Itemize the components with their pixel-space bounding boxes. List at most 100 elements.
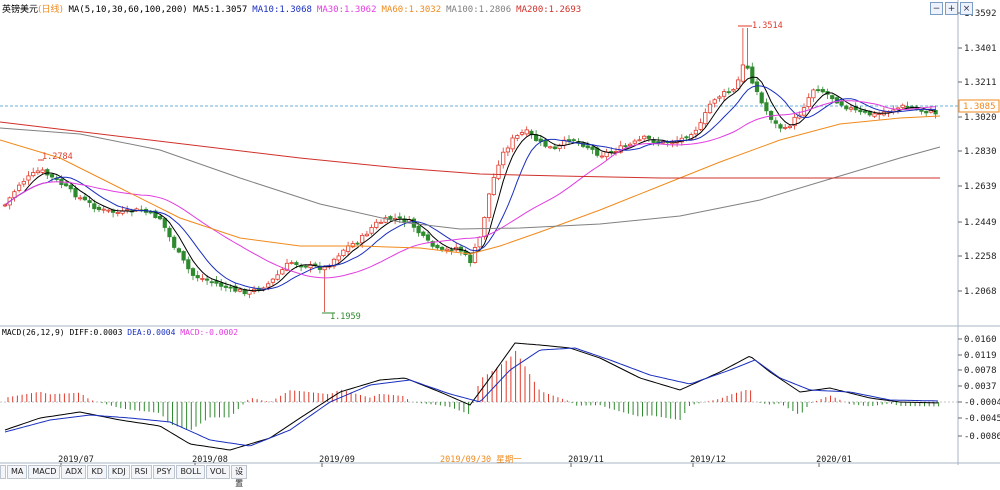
candle-body (16, 184, 22, 191)
candle-body (496, 164, 501, 179)
candle-body (31, 172, 36, 177)
candle-body (924, 110, 929, 114)
tab-4[interactable]: KDJ (107, 465, 130, 479)
candle-body (425, 234, 431, 241)
month-label-1: 2019/08 (192, 455, 228, 465)
candle-body (270, 278, 276, 283)
candle-body (82, 196, 87, 201)
ma-value-0: MA5:1.3057 (193, 5, 248, 15)
candle-body (92, 203, 97, 210)
low-annotation: 1.1959 (330, 312, 361, 322)
candle-body (524, 129, 529, 135)
candle-body (209, 281, 214, 284)
tab-3[interactable]: KD (87, 465, 107, 479)
candle-body (505, 147, 511, 153)
candle-body (26, 175, 31, 181)
candle-body (397, 216, 402, 219)
candle-body (21, 180, 26, 185)
price-tick-3: 1.3020 (964, 113, 997, 123)
chart-window: 1.3592 1.3401 1.3211 1.3020 1.2830 1.2639 1.24… (0, 0, 1000, 488)
macd-label[interactable]: MACD(26,12,9) (2, 328, 65, 337)
macd-tick-6: -0.0086 (964, 432, 1000, 442)
candle-body (811, 89, 816, 99)
tab-6[interactable]: PSY (152, 465, 176, 479)
candle-body (172, 236, 177, 248)
candle-body (289, 262, 294, 264)
candle-body (486, 193, 492, 218)
candle-body (125, 209, 130, 211)
candle-body (294, 262, 299, 265)
candle-body (280, 269, 285, 275)
kline-chart[interactable]: 1.35921.34011.32111.30201.28301.26391.24… (0, 0, 1000, 479)
tab-9[interactable]: 设置 (231, 465, 248, 488)
macd-dea: DEA:0.0004 (127, 328, 176, 337)
candle-body (491, 177, 496, 195)
candle-body (722, 91, 727, 97)
ma-value-5: MA200:1.2693 (516, 5, 582, 15)
candle-body (731, 89, 736, 92)
candle-body (740, 64, 746, 82)
candle-body (157, 215, 163, 220)
candle-body (435, 244, 440, 249)
candle-body (806, 97, 811, 108)
candle-body (341, 249, 346, 256)
current-price-label: 1.3085 (963, 102, 996, 112)
candle-body (519, 132, 525, 135)
ma60-line (0, 115, 941, 255)
zoom-in-button[interactable]: + (945, 2, 958, 15)
zoom-out-button[interactable]: − (930, 2, 943, 15)
candle-body (590, 146, 595, 150)
month-label-0: 2019/07 (58, 455, 94, 465)
local-high-annotation: 1.2784 (42, 152, 73, 162)
candle-body (858, 109, 863, 113)
tab-1[interactable]: MACD (28, 465, 61, 479)
candle-body (844, 105, 849, 110)
candle-body (444, 248, 449, 251)
candle-body (200, 278, 205, 280)
tab-2[interactable]: ADX (61, 465, 87, 479)
candle-body (355, 242, 360, 245)
candle-body (322, 266, 327, 271)
candle-body (816, 89, 821, 92)
candle-body (477, 236, 482, 248)
candle-body (510, 137, 515, 150)
candle-body (863, 110, 868, 113)
candle-body (181, 251, 186, 261)
tab-8[interactable]: VOL (206, 465, 231, 479)
tab-7[interactable]: BOLL (176, 465, 206, 479)
candle-body (745, 65, 750, 69)
candle-body (548, 146, 553, 149)
candle-body (228, 286, 233, 289)
candle-body (190, 268, 196, 276)
candle-body (482, 217, 487, 238)
candle-body (599, 155, 605, 158)
candle-body (848, 107, 854, 110)
macd-value: MACD:-0.0002 (180, 328, 239, 337)
month-label-5: 2020/01 (816, 455, 852, 465)
candle-body (87, 200, 92, 204)
chart-header: 英镑美元(日线) MA(5,10,30,60,100,200) MA5:1.30… (2, 2, 586, 16)
candle-body (378, 221, 384, 224)
candle-body (707, 103, 713, 114)
period-label[interactable]: (日线) (38, 5, 63, 15)
candle-body (632, 140, 637, 144)
macd-tick-4: -0.0004 (964, 398, 1000, 408)
tab-0[interactable]: MA (7, 465, 28, 479)
ma-settings[interactable]: MA(5,10,30,60,100,200) (68, 5, 187, 15)
macd-diff: DIFF:0.0003 (69, 328, 123, 337)
close-button[interactable]: × (960, 2, 973, 15)
candle-body (78, 197, 83, 200)
month-label-4: 2019/12 (690, 455, 726, 465)
macd-diff-line (4, 342, 938, 451)
candle-body (900, 104, 905, 108)
candle-body (905, 106, 910, 108)
candle-body (275, 274, 280, 280)
candle-body (374, 221, 379, 228)
tab-5[interactable]: RSI (130, 465, 152, 479)
candle-body (336, 255, 341, 261)
tab-scroll-left[interactable] (0, 465, 6, 479)
candle-body (49, 174, 55, 178)
macd-dea-line (4, 347, 939, 447)
candle-body (623, 145, 628, 148)
candle-body (195, 275, 200, 279)
